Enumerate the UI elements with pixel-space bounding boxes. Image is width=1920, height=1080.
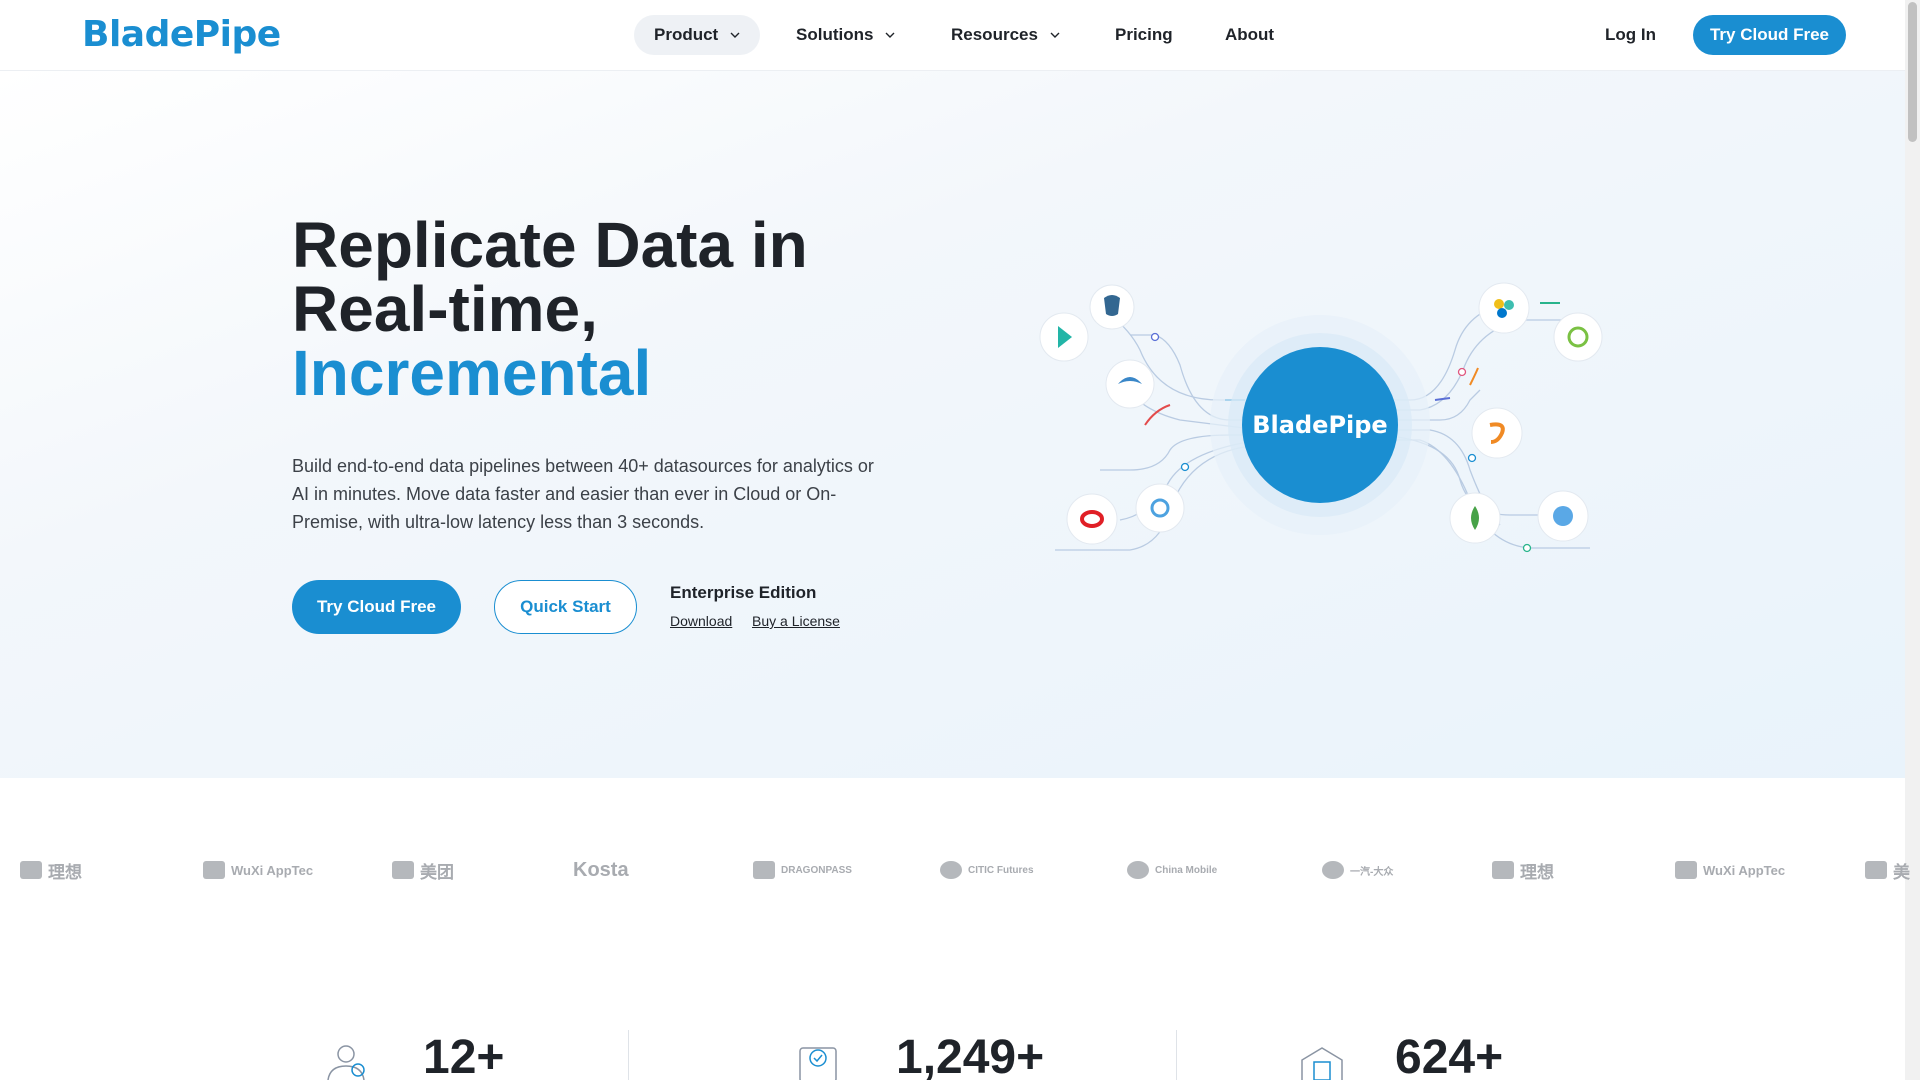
- meituan-logo: 美团: [392, 850, 454, 890]
- brand-name: Kosta: [573, 858, 629, 881]
- nav-about[interactable]: About: [1205, 15, 1294, 55]
- dragonpass-logo: DRAGONPASS: [753, 850, 852, 890]
- accent-stroke-orange: [1469, 367, 1479, 386]
- download-link[interactable]: Download: [670, 613, 732, 629]
- brand-name: China Mobile: [1155, 864, 1218, 876]
- node-dot: [1522, 543, 1532, 553]
- stat-value: 1,249+: [896, 1031, 1045, 1080]
- hero-section: [0, 71, 1905, 778]
- brand-name: WuXi AppTec: [231, 862, 314, 878]
- quick-start-button[interactable]: Quick Start: [494, 580, 637, 634]
- meituan-mark-icon: [392, 861, 414, 879]
- accent-stroke-indigo: [1434, 397, 1451, 401]
- node-dot: [1467, 453, 1477, 463]
- stat-divider: [1176, 1030, 1177, 1080]
- page-scrollbar[interactable]: [1905, 0, 1920, 1080]
- postgresql-node: [1089, 284, 1135, 330]
- bladepipe-logo[interactable]: BladePipe: [82, 13, 281, 55]
- chevron-down-icon: [1050, 32, 1060, 38]
- scrollbar-thumb[interactable]: [1908, 2, 1917, 142]
- wuxi-logo: WuXi AppTec: [1675, 850, 1785, 890]
- nav-product-label: Product: [654, 25, 719, 44]
- cost-saving-icon: [327, 1045, 365, 1080]
- enterprise-edition-title: Enterprise Edition: [670, 583, 817, 602]
- hero-title: Replicate Data in Real-time, Incremental: [292, 213, 808, 405]
- login-link[interactable]: Log In: [1605, 15, 1656, 55]
- node-dot: [1180, 462, 1190, 472]
- network-building-icon: [1301, 1047, 1343, 1080]
- brand-name: 一汽-大众: [1350, 866, 1394, 878]
- lixiang-logo: 理想: [1492, 850, 1554, 890]
- mongodb-node: [1449, 492, 1501, 544]
- oracle-node: [1066, 493, 1118, 545]
- hub-label: BladePipe: [1252, 411, 1387, 439]
- kosta-logo: Kosta: [573, 850, 629, 890]
- datasource-node: [1471, 407, 1523, 459]
- dragonpass-mark-icon: [753, 861, 775, 879]
- datasource-node: [1135, 483, 1185, 533]
- hero-title-accent: Incremental: [292, 337, 652, 409]
- faw-vw-mark-icon: [1322, 861, 1344, 879]
- wuxi-mark-icon: [203, 861, 225, 879]
- meituan-mark-icon: [1865, 861, 1887, 879]
- faw-vw-logo: 一汽-大众: [1322, 850, 1393, 890]
- citic-mark-icon: [940, 861, 962, 879]
- hero-title-line1: Replicate Data in: [292, 209, 808, 281]
- datasource-node: [1039, 312, 1089, 362]
- hero-title-line2: Real-time,: [292, 273, 598, 345]
- nav-resources-label: Resources: [951, 25, 1038, 44]
- node-dot: [1150, 332, 1160, 342]
- elasticsearch-node: [1478, 282, 1530, 334]
- datasource-node: [1537, 490, 1589, 542]
- lixiang-logo: 理想: [20, 850, 82, 890]
- lixiang-mark-icon: [20, 861, 42, 879]
- nav-solutions-label: Solutions: [796, 25, 874, 44]
- brand-name: 理想: [48, 862, 82, 882]
- nav-about-label: About: [1225, 25, 1275, 44]
- chevron-down-icon: [730, 32, 740, 38]
- nav-resources[interactable]: Resources: [931, 15, 1080, 55]
- data-pipeline-diagram: BladePipe: [1039, 282, 1603, 553]
- brand-name: WuXi AppTec: [1703, 862, 1786, 878]
- nav-solutions[interactable]: Solutions: [776, 15, 915, 55]
- brand-name: 理想: [1520, 862, 1554, 882]
- stat-value: 624+: [1395, 1031, 1504, 1080]
- wuxi-mark-icon: [1675, 861, 1697, 879]
- chinamobile-mark-icon: [1127, 861, 1149, 879]
- customer-logos-strip: 理想 WuXi AppTec 美团 Kosta DRAGONPASS CITIC…: [0, 850, 1910, 890]
- meituan-logo: 美: [1865, 850, 1910, 890]
- stat-value: 12+: [423, 1031, 505, 1080]
- datasource-node: [1553, 312, 1603, 362]
- nav-product[interactable]: Product: [634, 15, 761, 55]
- buy-license-link[interactable]: Buy a License: [752, 613, 840, 629]
- node-dot: [1457, 367, 1467, 377]
- chevron-down-icon: [885, 32, 895, 38]
- brand-name: 美: [1893, 862, 1910, 882]
- stat-divider: [628, 1030, 629, 1080]
- mysql-node: [1105, 359, 1155, 409]
- brand-name: CITIC Futures: [968, 864, 1034, 876]
- chinamobile-logo: China Mobile: [1127, 850, 1217, 890]
- wuxi-logo: WuXi AppTec: [203, 850, 313, 890]
- nav-pricing[interactable]: Pricing: [1095, 15, 1193, 55]
- hero-description: Build end-to-end data pipelines between …: [292, 456, 874, 532]
- brand-name: DRAGONPASS: [781, 864, 852, 876]
- top-navbar: BladePipe Product Solutions Resources Pr…: [0, 0, 1905, 71]
- try-cloud-free-button[interactable]: Try Cloud Free: [292, 580, 461, 634]
- clipboard-check-icon: [799, 1047, 837, 1080]
- logo-text: BladePipe: [82, 13, 281, 55]
- brand-name: 美团: [420, 862, 454, 882]
- try-cloud-free-nav-button[interactable]: Try Cloud Free: [1693, 15, 1846, 55]
- lixiang-mark-icon: [1492, 861, 1514, 879]
- citic-logo: CITIC Futures: [940, 850, 1034, 890]
- nav-pricing-label: Pricing: [1115, 25, 1173, 44]
